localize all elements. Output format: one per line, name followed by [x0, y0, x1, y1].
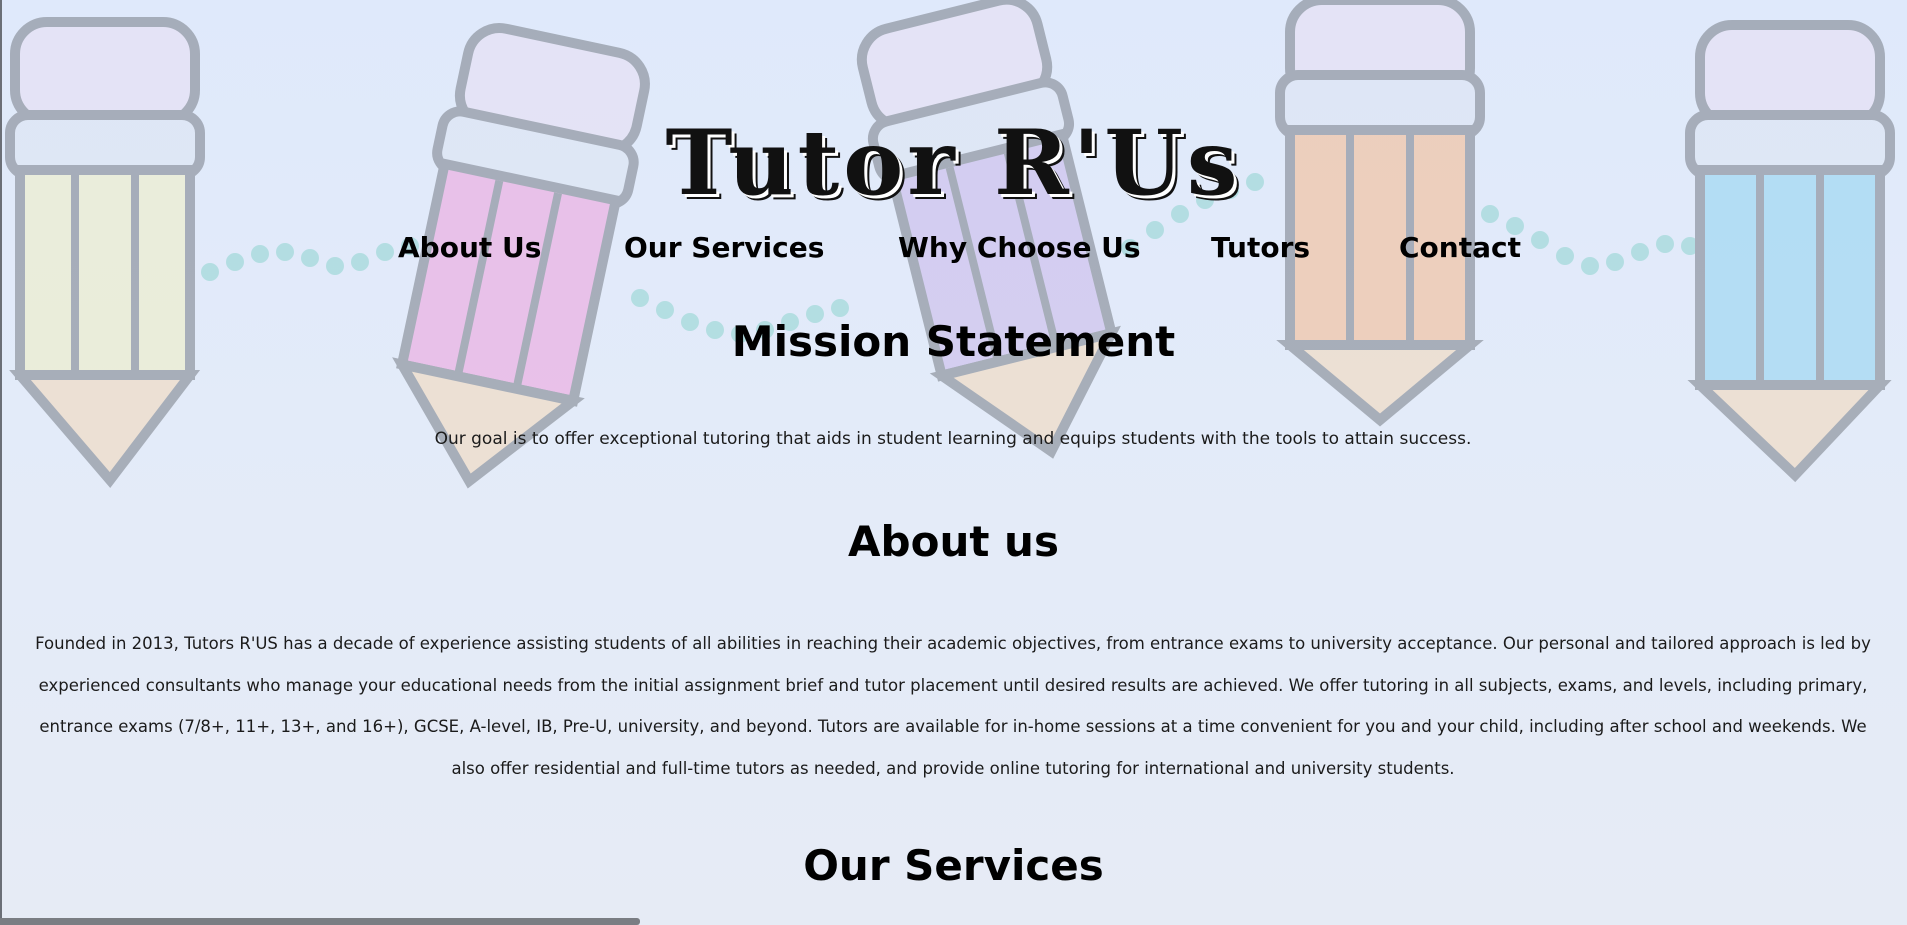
nav-link-why-choose-us[interactable]: Why Choose Us	[898, 226, 1141, 270]
mission-heading: Mission Statement	[731, 317, 1176, 366]
nav-link-our-services[interactable]: Our Services	[624, 226, 824, 270]
services-heading: Our Services	[803, 841, 1104, 890]
horizontal-scrollbar[interactable]	[0, 918, 640, 925]
site-title: Tutor R'Us	[665, 110, 1242, 217]
main-navigation: About Us Our Services Why Choose Us Tuto…	[0, 226, 1907, 270]
mission-text: Our goal is to offer exceptional tutorin…	[434, 429, 1472, 449]
nav-link-contact[interactable]: Contact	[1399, 226, 1521, 270]
about-heading: About us	[848, 517, 1059, 566]
nav-link-about-us[interactable]: About Us	[398, 226, 541, 270]
window-left-edge	[0, 0, 2, 925]
about-text: Founded in 2013, Tutors R'US has a decad…	[35, 634, 1871, 778]
nav-link-tutors[interactable]: Tutors	[1211, 226, 1310, 270]
